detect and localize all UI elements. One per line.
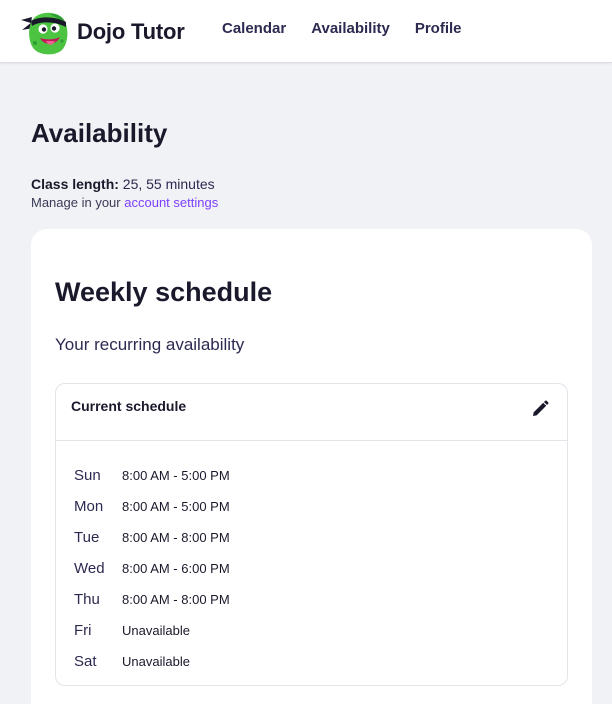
class-length: Class length: 25, 55 minutes (31, 175, 215, 193)
day-hours: 8:00 AM - 6:00 PM (122, 561, 230, 576)
nav-availability[interactable]: Availability (311, 20, 390, 38)
day-label: Thu (74, 591, 100, 608)
day-hours: 8:00 AM - 8:00 PM (122, 530, 230, 545)
schedule-row-fri: Fri Unavailable (74, 615, 230, 646)
day-hours: Unavailable (122, 654, 190, 669)
account-settings-link[interactable]: account settings (124, 195, 218, 210)
day-label: Wed (74, 560, 105, 577)
schedule-rows: Sun 8:00 AM - 5:00 PM Mon 8:00 AM - 5:00… (74, 460, 230, 677)
schedule-row-mon: Mon 8:00 AM - 5:00 PM (74, 491, 230, 522)
current-schedule-title: Current schedule (71, 398, 187, 414)
pencil-icon (533, 400, 549, 416)
page-title: Availability (31, 118, 168, 148)
schedule-row-thu: Thu 8:00 AM - 8:00 PM (74, 584, 230, 615)
schedule-row-sun: Sun 8:00 AM - 5:00 PM (74, 460, 230, 491)
day-label: Mon (74, 498, 104, 515)
current-schedule-panel: Current schedule Sun 8:00 AM - 5:00 PM M… (55, 383, 568, 686)
dojo-monster-logo-icon (21, 12, 68, 55)
weekly-schedule-card: Weekly schedule Your recurring availabil… (31, 229, 592, 704)
schedule-row-sat: Sat Unavailable (74, 646, 230, 677)
weekly-schedule-title: Weekly schedule (55, 277, 273, 307)
day-hours: Unavailable (122, 623, 190, 638)
edit-schedule-button[interactable] (529, 398, 551, 420)
day-label: Fri (74, 622, 92, 639)
class-length-value: 25, 55 minutes (122, 176, 215, 192)
manage-note-text: Manage in your (31, 195, 121, 210)
nav-calendar[interactable]: Calendar (222, 20, 286, 38)
top-navigation-bar: Dojo Tutor Calendar Availability Profile (0, 0, 612, 63)
nav-profile[interactable]: Profile (415, 20, 462, 38)
weekly-schedule-subtitle: Your recurring availability (55, 335, 245, 354)
day-label: Sun (74, 467, 101, 484)
brand[interactable]: Dojo Tutor (20, 8, 185, 56)
day-hours: 8:00 AM - 5:00 PM (122, 499, 230, 514)
schedule-row-wed: Wed 8:00 AM - 6:00 PM (74, 553, 230, 584)
class-length-label: Class length: (31, 176, 119, 192)
day-label: Sat (74, 653, 97, 670)
day-hours: 8:00 AM - 8:00 PM (122, 592, 230, 607)
brand-name: Dojo Tutor (77, 19, 185, 44)
day-label: Tue (74, 529, 100, 546)
main-nav: Calendar Availability Profile (222, 20, 487, 38)
schedule-row-tue: Tue 8:00 AM - 8:00 PM (74, 522, 230, 553)
manage-note: Manage in your account settings (31, 195, 218, 211)
day-hours: 8:00 AM - 5:00 PM (122, 468, 230, 483)
current-schedule-header: Current schedule (56, 384, 567, 441)
